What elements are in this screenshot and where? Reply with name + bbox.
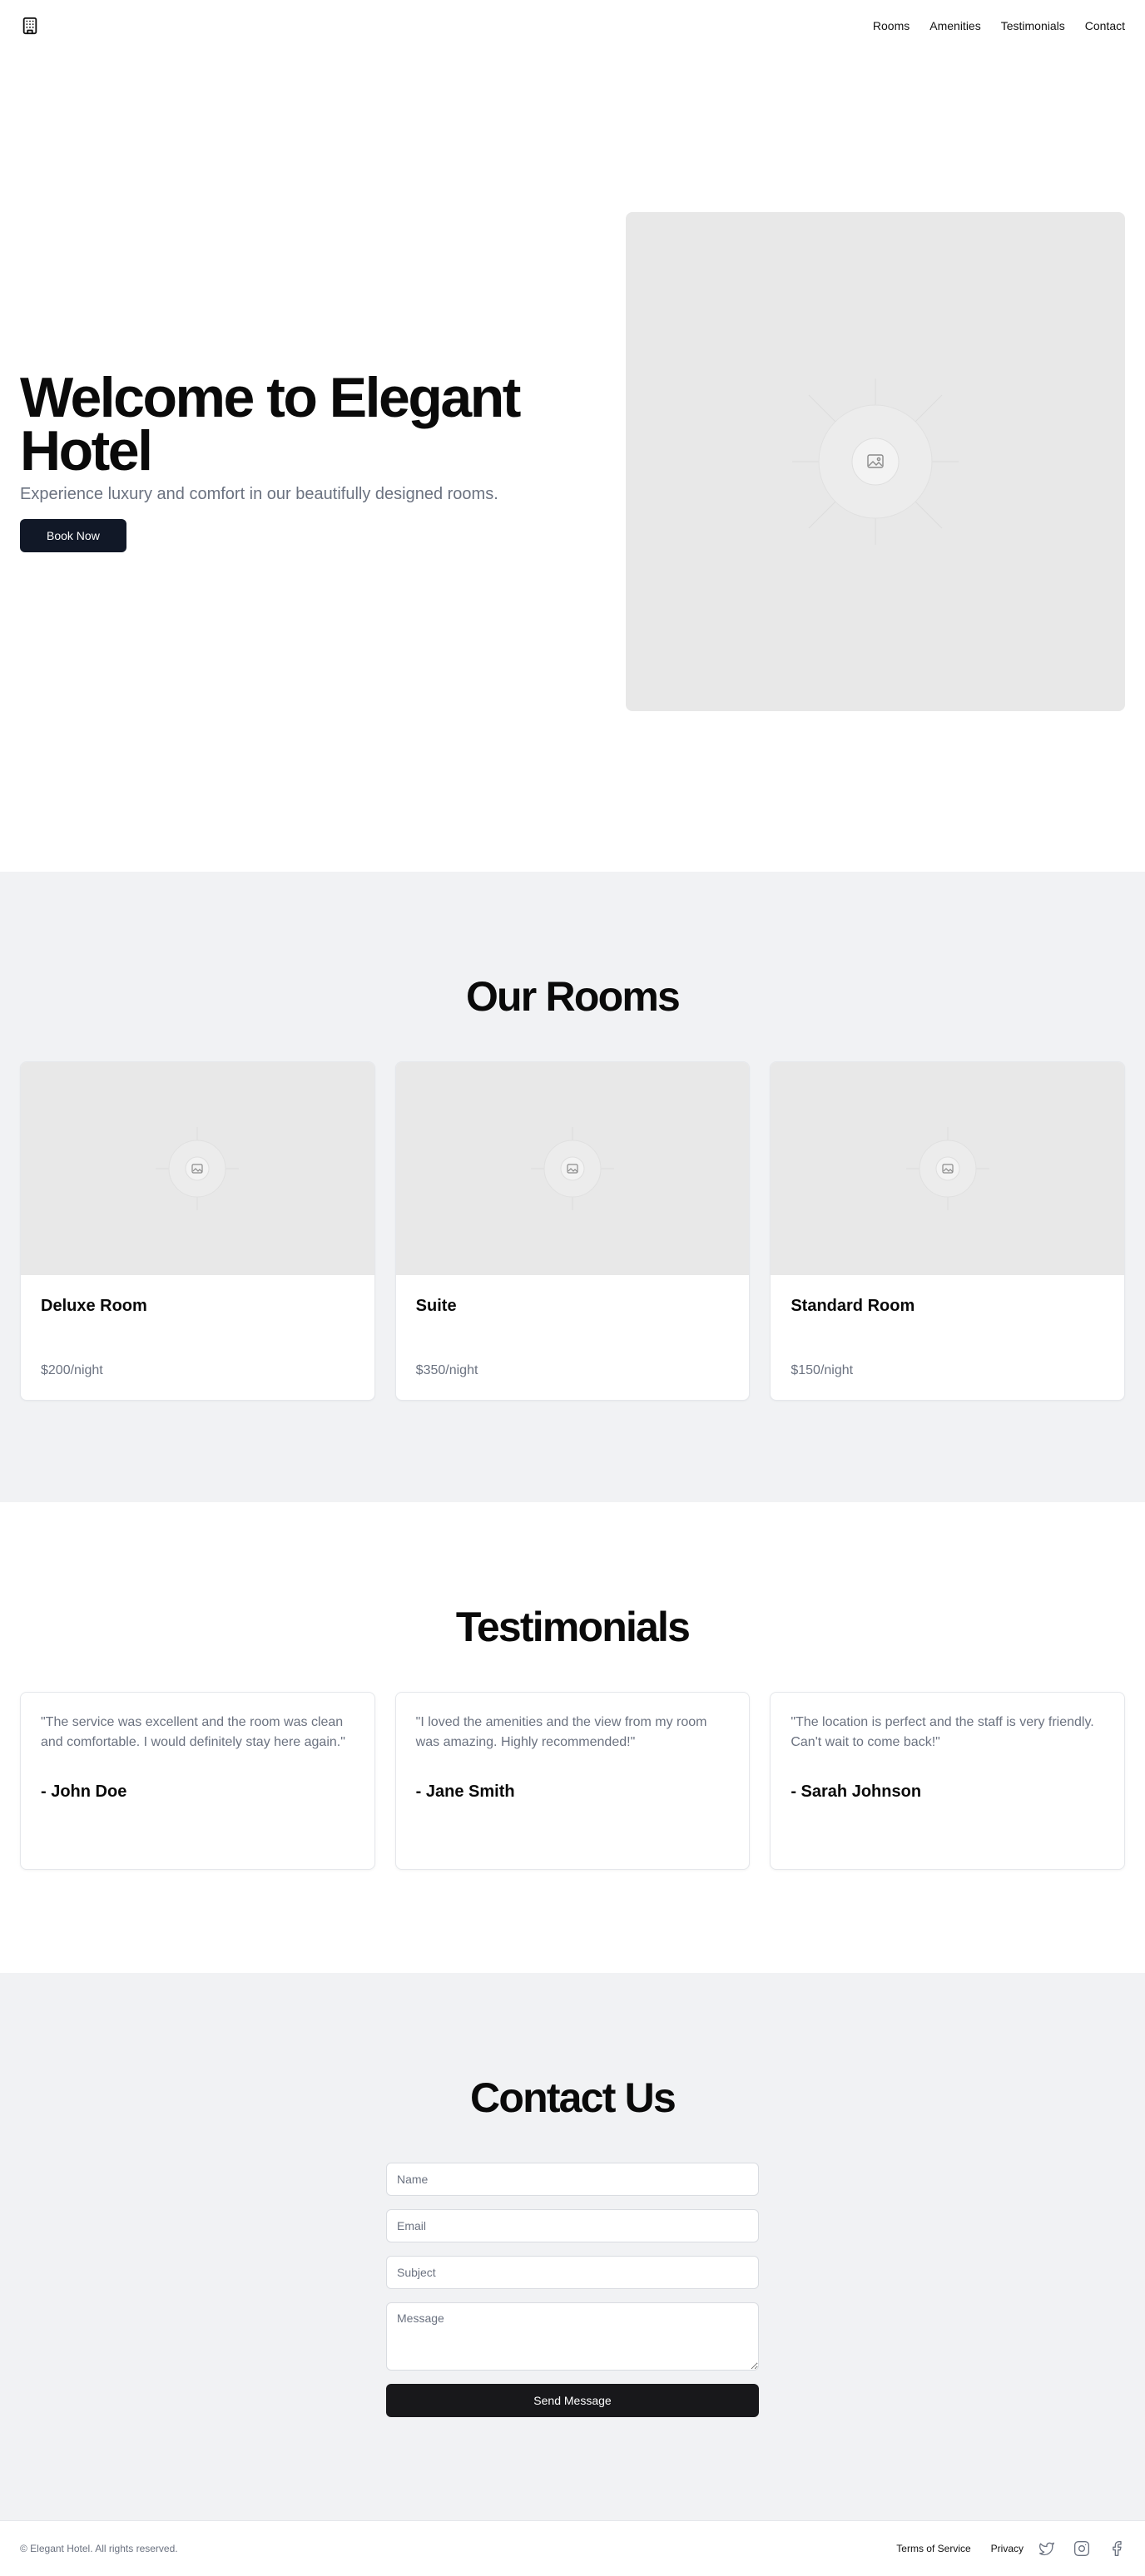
hero-subtitle: Experience luxury and comfort in our bea…: [20, 485, 498, 503]
room-price: $150/night: [791, 1363, 854, 1377]
room-price: $200/night: [41, 1363, 103, 1377]
copyright-text: © Elegant Hotel. All rights reserved.: [20, 2543, 178, 2554]
rooms-section: Our Rooms Deluxe Room $200/night Suite $…: [0, 872, 1145, 1502]
contact-title: Contact Us: [470, 2074, 677, 2121]
social-links: [1038, 2540, 1125, 2557]
privacy-link[interactable]: Privacy: [991, 2543, 1024, 2554]
testimonial-quote: "The location is perfect and the staff i…: [791, 1715, 1094, 1749]
room-name: Suite: [415, 1297, 457, 1315]
testimonial-card: "The service was excellent and the room …: [20, 1692, 375, 1870]
testimonial-quote: "The service was excellent and the room …: [41, 1715, 345, 1749]
instagram-icon[interactable]: [1073, 2540, 1090, 2557]
testimonial-card: "I loved the amenities and the view from…: [394, 1692, 751, 1870]
room-card[interactable]: Standard Room $150/night: [770, 1061, 1126, 1401]
image-placeholder-icon: [531, 1127, 614, 1210]
hero-image: [626, 212, 1125, 711]
room-image: [21, 1062, 374, 1275]
rooms-title: Our Rooms: [465, 973, 681, 1020]
room-card[interactable]: Suite $350/night: [394, 1061, 751, 1401]
email-field[interactable]: [386, 2209, 759, 2242]
twitter-icon[interactable]: [1038, 2540, 1055, 2557]
room-card-body: Deluxe Room $200/night: [21, 1275, 374, 1400]
nav-link-amenities[interactable]: Amenities: [929, 19, 980, 32]
terms-link[interactable]: Terms of Service: [896, 2543, 970, 2554]
site-header: Rooms Amenities Testimonials Contact: [0, 0, 1145, 52]
image-placeholder-icon: [156, 1127, 240, 1210]
hero-content: Welcome to Elegant Hotel Experience luxu…: [20, 366, 544, 552]
room-card-body: Suite $350/night: [396, 1275, 750, 1400]
nav-link-testimonials[interactable]: Testimonials: [1001, 19, 1065, 32]
testimonial-author: - Jane Smith: [415, 1782, 515, 1801]
subject-field[interactable]: [386, 2256, 759, 2289]
main-nav: Rooms Amenities Testimonials Contact: [873, 19, 1125, 32]
message-field[interactable]: [386, 2302, 759, 2371]
name-field[interactable]: [386, 2163, 759, 2196]
contact-section: Contact Us Send Message: [0, 1973, 1145, 2520]
book-now-button[interactable]: Book Now: [20, 519, 126, 552]
site-footer: © Elegant Hotel. All rights reserved. Te…: [0, 2520, 1145, 2576]
room-card[interactable]: Deluxe Room $200/night: [20, 1061, 375, 1401]
nav-link-rooms[interactable]: Rooms: [873, 19, 910, 32]
room-image: [771, 1062, 1125, 1275]
testimonials-title: Testimonials: [455, 1604, 691, 1650]
nav-link-contact[interactable]: Contact: [1085, 19, 1125, 32]
facebook-icon[interactable]: [1108, 2540, 1125, 2557]
testimonials-section: Testimonials "The service was excellent …: [0, 1502, 1145, 1973]
room-price: $350/night: [415, 1363, 478, 1377]
room-card-body: Standard Room $150/night: [771, 1275, 1124, 1400]
room-name: Standard Room: [791, 1297, 915, 1315]
hero-section: Welcome to Elegant Hotel Experience luxu…: [0, 52, 1145, 872]
testimonial-cards: "The service was excellent and the room …: [0, 1692, 1145, 1870]
room-cards: Deluxe Room $200/night Suite $350/night …: [0, 1061, 1145, 1401]
testimonial-author: - John Doe: [41, 1782, 127, 1801]
testimonial-card: "The location is perfect and the staff i…: [770, 1692, 1126, 1870]
hero-title: Welcome to Elegant Hotel: [20, 366, 521, 482]
testimonial-quote: "I loved the amenities and the view from…: [415, 1715, 707, 1749]
building-icon[interactable]: [20, 16, 40, 36]
room-image: [395, 1062, 750, 1275]
send-message-button[interactable]: Send Message: [386, 2384, 759, 2417]
contact-form: Send Message: [386, 2163, 759, 2417]
room-name: Deluxe Room: [41, 1297, 147, 1315]
footer-links: Terms of Service Privacy: [896, 2540, 1125, 2557]
testimonial-author: - Sarah Johnson: [791, 1782, 922, 1801]
image-placeholder-icon: [792, 378, 959, 545]
image-placeholder-icon: [905, 1127, 989, 1210]
